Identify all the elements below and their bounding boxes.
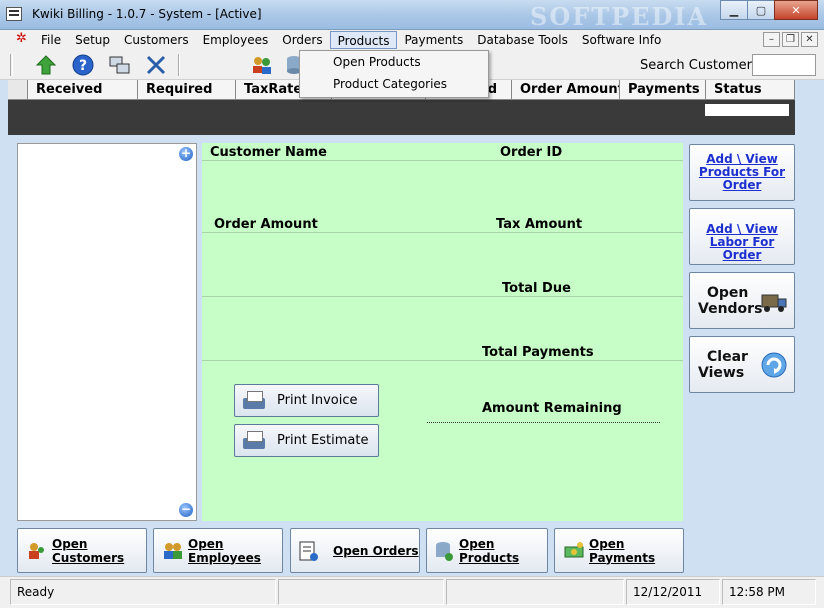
- print-invoice-label: Print Invoice: [277, 393, 358, 408]
- system-menu-icon[interactable]: [14, 31, 32, 49]
- amount-remaining-line: [427, 422, 660, 423]
- mdi-close-button[interactable]: ✕: [801, 32, 818, 47]
- total-due-label: Total Due: [502, 281, 571, 296]
- users-icon[interactable]: [249, 53, 275, 77]
- employees-icon: [162, 540, 184, 562]
- order-id-label: Order ID: [500, 145, 563, 160]
- window-title: Kwiki Billing - 1.0.7 - System - [Active…: [32, 7, 262, 21]
- collapse-icon[interactable]: −: [179, 503, 193, 517]
- products-icon: [433, 540, 455, 562]
- print-estimate-button[interactable]: Print Estimate: [234, 424, 379, 457]
- add-view-products-line3: Order: [722, 178, 762, 192]
- printer-icon: [241, 390, 267, 412]
- toolbar-grip[interactable]: [10, 54, 13, 76]
- title-bar: Kwiki Billing - 1.0.7 - System - [Active…: [0, 0, 824, 31]
- open-orders-label: Open Orders: [333, 543, 419, 558]
- menu-customers[interactable]: Customers: [117, 31, 196, 49]
- close-button[interactable]: ✕: [774, 0, 818, 20]
- expand-icon[interactable]: +: [179, 147, 193, 161]
- status-text: Ready: [10, 579, 276, 605]
- grid-cell[interactable]: [705, 104, 789, 116]
- mdi-minimize-button[interactable]: –: [763, 32, 780, 47]
- menu-bar: File Setup Customers Employees Orders Pr…: [0, 30, 824, 50]
- menu-employees[interactable]: Employees: [196, 31, 276, 49]
- up-arrow-icon[interactable]: [33, 53, 59, 77]
- payments-icon: [563, 540, 585, 562]
- open-orders-button[interactable]: Open Orders: [290, 528, 420, 573]
- add-view-labor-line2: Labor For Order: [709, 235, 775, 262]
- open-vendors-button[interactable]: Open Vendors: [689, 272, 795, 329]
- mdi-controls: – ❐ ✕: [763, 32, 818, 47]
- window-controls: ▁ ▢ ✕: [720, 0, 818, 20]
- open-payments-button[interactable]: Open Payments: [554, 528, 684, 573]
- app-icon[interactable]: [6, 7, 22, 21]
- order-amount-label: Order Amount: [214, 217, 318, 232]
- network-icon[interactable]: [106, 53, 132, 77]
- column-required[interactable]: Required: [138, 80, 236, 100]
- open-employees-button[interactable]: Open Employees: [153, 528, 283, 573]
- tax-amount-label: Tax Amount: [496, 217, 583, 232]
- add-view-products-button[interactable]: Add \ View Products For Order: [689, 144, 795, 201]
- divider: [202, 296, 683, 297]
- menu-payments[interactable]: Payments: [397, 31, 470, 49]
- status-time: 12:58 PM: [722, 579, 816, 605]
- menu-product-categories[interactable]: Product Categories: [300, 73, 488, 95]
- divider: [202, 232, 683, 233]
- svg-text:?: ?: [79, 58, 87, 74]
- order-details-panel: Customer Name Order ID Order Amount Tax …: [202, 143, 683, 521]
- menu-products[interactable]: Products: [329, 31, 398, 49]
- open-employees-label: Open Employees: [188, 536, 261, 565]
- column-payments[interactable]: Payments: [620, 80, 706, 100]
- divider: [202, 160, 683, 161]
- menu-setup[interactable]: Setup: [68, 31, 117, 49]
- toolbar-separator: [178, 54, 180, 76]
- open-products-button[interactable]: Open Products: [426, 528, 548, 573]
- status-bar: Ready 12/12/2011 12:58 PM: [0, 576, 824, 608]
- customer-name-label: Customer Name: [210, 145, 327, 160]
- column-status[interactable]: Status: [706, 80, 795, 100]
- column-received[interactable]: Received: [28, 80, 138, 100]
- open-customers-button[interactable]: Open Customers: [17, 528, 147, 573]
- total-payments-label: Total Payments: [482, 345, 594, 360]
- menu-orders[interactable]: Orders: [275, 31, 329, 49]
- refresh-icon: [760, 351, 788, 379]
- printer-icon: [241, 430, 267, 452]
- status-cell: [278, 579, 444, 605]
- divider: [202, 360, 683, 361]
- menu-software-info[interactable]: Software Info: [575, 31, 668, 49]
- help-icon[interactable]: ?: [70, 53, 96, 77]
- truck-icon: [760, 287, 788, 315]
- menu-open-products[interactable]: Open Products: [300, 51, 488, 73]
- products-menu-dropdown: Open Products Product Categories: [299, 50, 489, 98]
- menu-database-tools[interactable]: Database Tools: [470, 31, 575, 49]
- column-order-amount[interactable]: Order Amount: [512, 80, 620, 100]
- status-cell: [446, 579, 624, 605]
- add-view-labor-button[interactable]: Add \ View Labor For Order: [689, 208, 795, 265]
- print-invoice-button[interactable]: Print Invoice: [234, 384, 379, 417]
- watermark: SOFTPEDIA: [530, 2, 709, 31]
- tools-icon[interactable]: [143, 53, 169, 77]
- grid-corner: [8, 80, 28, 100]
- navigation-tree[interactable]: + −: [17, 143, 197, 521]
- open-customers-label: Open Customers: [52, 536, 125, 565]
- status-date: 12/12/2011: [626, 579, 720, 605]
- amount-remaining-label: Amount Remaining: [482, 401, 622, 416]
- open-products-label: Open Products: [459, 536, 520, 565]
- open-payments-label: Open Payments: [589, 536, 656, 565]
- maximize-button[interactable]: ▢: [747, 0, 775, 20]
- orders-icon: [297, 540, 319, 562]
- customer-icon: [26, 540, 48, 562]
- search-customer-label: Search Customer :: [640, 58, 761, 73]
- search-customer-input[interactable]: [752, 54, 816, 76]
- print-estimate-label: Print Estimate: [277, 433, 369, 448]
- minimize-button[interactable]: ▁: [720, 0, 748, 20]
- menu-file[interactable]: File: [34, 31, 68, 49]
- clear-views-button[interactable]: Clear Views: [689, 336, 795, 393]
- mdi-restore-button[interactable]: ❐: [782, 32, 799, 47]
